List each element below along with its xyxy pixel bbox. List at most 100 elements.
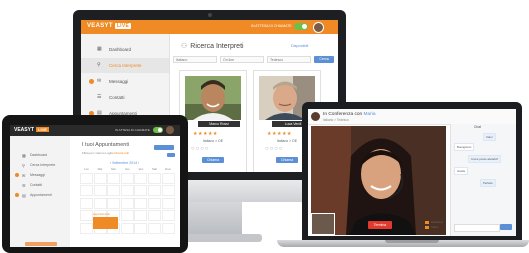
calendar-day[interactable] [120, 222, 134, 234]
sidebar-item-messaggi[interactable]: ✉ Messaggi [10, 170, 70, 180]
chat-message: Come posso aiutarla? [468, 155, 502, 163]
calendar-day[interactable] [107, 185, 121, 197]
status-select[interactable]: On line [220, 56, 264, 63]
event-label: Appuntamento [93, 213, 110, 216]
grid-icon: ▦ [97, 46, 102, 52]
calendar-day[interactable] [80, 185, 93, 197]
filter-summary: Filtra per: Giorno Luglio Mostra tutti [82, 151, 130, 155]
sidebar-item-contatti[interactable]: ☰ Contatti [10, 180, 70, 190]
call-button[interactable]: Chiama [202, 157, 224, 163]
new-appointment-button[interactable] [154, 145, 174, 150]
interpreter-card[interactable]: Marco Rossi ★★★★★ Italiano > DE ○○○○ Chi… [179, 70, 247, 172]
interpreter-photo [185, 76, 241, 120]
video-action[interactable]: Video [425, 225, 443, 230]
sidebar-item-dashboard[interactable]: ▦ Dashboard [81, 42, 169, 57]
conference-header: In Conferenza con Maria Italiano > Tedes… [308, 109, 516, 125]
page-title: I tuoi Appuntamenti [82, 142, 130, 148]
laptop-notch [385, 240, 439, 243]
calendar-event[interactable] [93, 217, 118, 229]
calendar-day[interactable] [134, 197, 148, 209]
calendar-day[interactable] [134, 210, 148, 222]
language-select[interactable]: Italiano [173, 56, 217, 63]
filter-button[interactable] [167, 153, 175, 157]
sidebar-footer-button[interactable] [25, 242, 57, 246]
avatar[interactable] [313, 22, 324, 33]
calendar-day[interactable] [80, 210, 93, 222]
sidebar-item-cerca-interprete[interactable]: ⚲ Cerca Interprete [10, 160, 70, 170]
calendar-day[interactable] [120, 210, 134, 222]
sidebar: ▦ Dashboard ⚲ Cerca Interprete ✉ Messaggi ☰… [10, 136, 70, 247]
envelope-icon: ✉ [22, 173, 26, 178]
availability-toggle[interactable] [294, 23, 308, 30]
end-call-button[interactable]: Termina [368, 221, 392, 229]
calendar-day[interactable] [93, 185, 107, 197]
filter-bar: Italiano On line Tedesco Cerca [173, 56, 335, 64]
calendar-day[interactable] [148, 222, 161, 234]
desktop-topbar: VEASYT LIVE IN ATTESA DI CHIAMATE [81, 20, 338, 34]
sidebar-item-appuntamenti[interactable]: ▤ Appuntamenti [10, 190, 70, 200]
webcam-icon [208, 13, 212, 17]
sidebar-item-cerca-interprete[interactable]: ⚲ Cerca Interprete [81, 58, 169, 73]
interpreter-name: Marco Rossi [198, 121, 240, 127]
search-button[interactable]: Cerca [314, 56, 334, 63]
calendar-day[interactable] [134, 222, 148, 234]
avatar [311, 112, 320, 121]
chat-message: Grazie [454, 167, 469, 175]
calendar-day[interactable] [120, 185, 134, 197]
calendar-day[interactable] [148, 173, 161, 184]
language-flags-icon: ○○○○ [265, 146, 284, 152]
weekday-header: Mar [97, 167, 103, 171]
contacts-icon: ☰ [22, 183, 26, 188]
sidebar-item-messaggi[interactable]: ✉ Messaggi [81, 74, 169, 89]
status-text: IN ATTESA DI CHIAMATE [115, 128, 150, 132]
calendar-day[interactable] [93, 173, 107, 184]
contacts-icon: ☰ [97, 94, 102, 100]
rating-stars: ★★★★★ [267, 131, 292, 137]
weekday-header: Gio [125, 167, 130, 171]
sidebar-item-contatti[interactable]: ☰ Contatti [81, 90, 169, 105]
rating-stars: ★★★★★ [193, 131, 218, 137]
calendar-month: ‹ Settembre 2014 › [110, 161, 140, 165]
disponibili-link[interactable]: Disponibili [291, 44, 308, 48]
search-icon: ⚲ [22, 163, 25, 168]
notification-dot [15, 173, 19, 177]
veasyt-logo[interactable]: VEASYT LIVE [14, 127, 49, 133]
calendar-day[interactable] [80, 173, 93, 184]
calendar-day[interactable] [120, 173, 134, 184]
calendar-day[interactable] [161, 173, 175, 184]
next-month-icon[interactable]: › [137, 161, 139, 165]
calendar-day[interactable] [134, 185, 148, 197]
call-button[interactable]: Chiama [276, 157, 298, 163]
sidebar-item-dashboard[interactable]: ▦ Dashboard [10, 150, 70, 160]
weekday-header: Dom [165, 167, 172, 171]
calendar-day[interactable] [161, 185, 175, 197]
calendar-day[interactable] [161, 197, 175, 209]
calendar-day[interactable] [148, 197, 161, 209]
calendar-day[interactable] [120, 197, 134, 209]
weekday-header: Mer [111, 167, 117, 171]
calendar-day[interactable] [148, 210, 161, 222]
calendar-day[interactable] [80, 197, 93, 209]
chat-title: Chat [474, 125, 481, 129]
chat-input[interactable] [454, 224, 500, 232]
calendar-day[interactable] [161, 222, 175, 234]
send-button[interactable] [500, 224, 512, 230]
chat-message: Perfetto [480, 179, 496, 187]
calendar-icon: ▤ [22, 193, 26, 198]
calendar-day[interactable] [93, 197, 107, 209]
page-title: ⚇ Ricerca Interpreti [181, 43, 244, 50]
target-language-select[interactable]: Tedesco [267, 56, 311, 63]
notification-dot [15, 193, 19, 197]
calendar-day[interactable] [148, 185, 161, 197]
chat-message: Buongiorno [454, 143, 475, 151]
interpreter-languages: Italiano > DE [202, 139, 224, 143]
avatar[interactable] [166, 126, 174, 134]
veasyt-logo[interactable]: VEASYT LIVE [87, 23, 132, 29]
calendar-day[interactable] [107, 197, 121, 209]
calendar-day[interactable] [134, 173, 148, 184]
calendar-day[interactable] [161, 210, 175, 222]
self-view[interactable] [311, 213, 335, 235]
calendar-day[interactable] [80, 222, 93, 234]
availability-toggle[interactable] [153, 127, 163, 133]
calendar-day[interactable] [107, 173, 121, 184]
